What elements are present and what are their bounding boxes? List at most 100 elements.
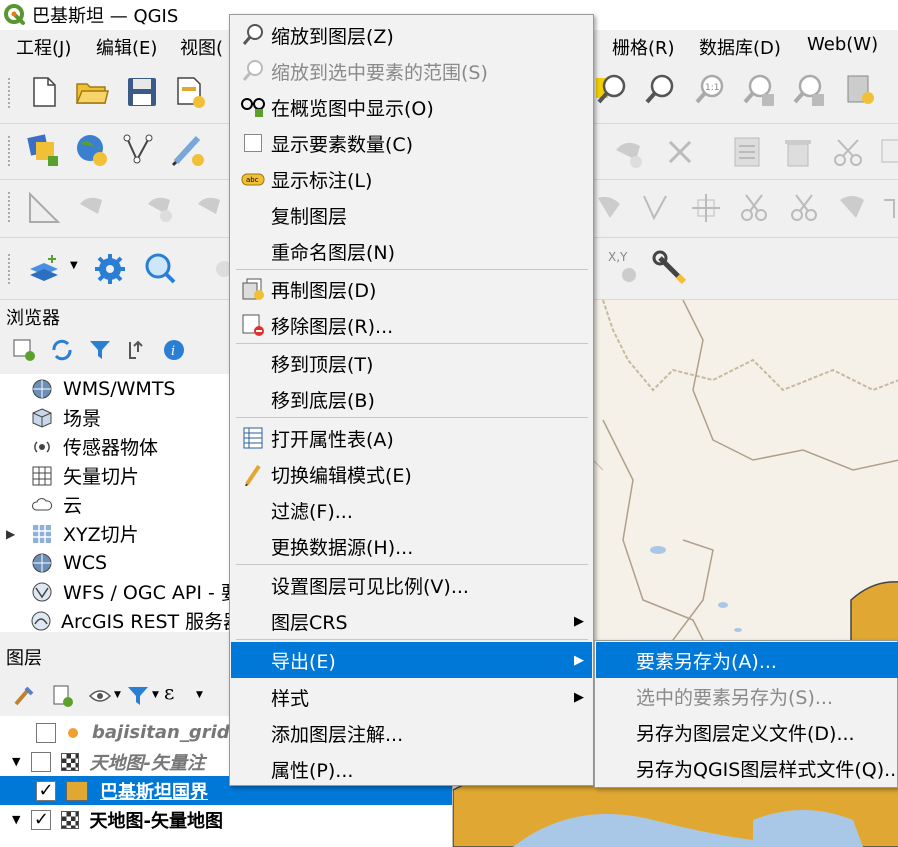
toolbar-grip[interactable]: [8, 136, 12, 166]
browser-item-wcs[interactable]: WCS: [0, 548, 230, 577]
menu-item-copy-layer[interactable]: 复制图层: [231, 197, 592, 233]
new-layer-icon[interactable]: [74, 132, 110, 168]
menu-item-open-attribute-table[interactable]: 打开属性表(A): [231, 420, 592, 456]
toolbar-grip[interactable]: [8, 192, 12, 222]
chevron-down-icon[interactable]: ▼: [196, 690, 203, 700]
menu-item-show-feature-count[interactable]: 显示要素数量(C): [231, 125, 592, 161]
attribute-edit-icon[interactable]: [730, 134, 766, 170]
add-layer-icon[interactable]: [26, 251, 62, 287]
merge-icon[interactable]: [688, 190, 724, 226]
split-icon[interactable]: [638, 190, 674, 226]
pencil-icon[interactable]: [170, 132, 206, 168]
menu-item-zoom-to-selection[interactable]: 缩放到选中要素的范围(S): [231, 53, 592, 89]
split-parts-icon[interactable]: [786, 190, 822, 226]
zoom-next-icon[interactable]: [792, 72, 828, 108]
chevron-down-icon[interactable]: ▼: [114, 690, 121, 700]
submenu-item-save-selected-features-as[interactable]: 选中的要素另存为(S)...: [596, 678, 898, 714]
menu-item-zoom-to-layer[interactable]: 缩放到图层(Z): [231, 17, 592, 53]
menu-item-show-labels[interactable]: abc 显示标注(L): [231, 161, 592, 197]
style-dock-icon[interactable]: [12, 684, 36, 708]
menu-item-show-in-overview[interactable]: 在概览图中显示(O): [231, 89, 592, 125]
fill-ring-icon[interactable]: [834, 190, 870, 226]
data-source-manager-icon[interactable]: [26, 132, 62, 168]
browser-item-arcgis[interactable]: ArcGIS REST 服务器: [0, 606, 230, 632]
xy-coordinate-icon[interactable]: X,Y: [606, 250, 646, 290]
visibility-eye-icon[interactable]: [88, 684, 112, 708]
save-as-icon[interactable]: [172, 74, 208, 110]
refresh-icon[interactable]: [50, 338, 74, 362]
zoom-last-icon[interactable]: [742, 72, 778, 108]
layer-checkbox[interactable]: [31, 751, 52, 772]
toolbar-grip[interactable]: [8, 78, 12, 108]
browser-item-scenes[interactable]: 场景: [0, 403, 230, 432]
submenu-item-save-as-qgis-style[interactable]: 另存为QGIS图层样式文件(Q)...: [596, 750, 898, 786]
toolbar-grip[interactable]: [8, 254, 12, 284]
layer-row-tianditu-map[interactable]: ▼ ✓ 天地图-矢量地图: [0, 805, 452, 834]
filter-icon[interactable]: [88, 338, 112, 362]
menu-edit[interactable]: 编辑(E): [96, 34, 157, 60]
delete-icon[interactable]: [662, 134, 698, 170]
zoom-selection-icon[interactable]: [642, 72, 678, 108]
reshape-icon[interactable]: [194, 190, 230, 226]
zoom-native-icon[interactable]: 1:1: [692, 72, 728, 108]
cut-icon[interactable]: [830, 134, 866, 170]
layer-checkbox-checked[interactable]: ✓: [31, 809, 52, 830]
menu-item-duplicate-layer[interactable]: 再制图层(D): [231, 271, 592, 307]
chevron-down-icon[interactable]: ▼: [70, 260, 78, 271]
submenu-item-save-as-layer-definition[interactable]: 另存为图层定义文件(D)...: [596, 714, 898, 750]
browser-item-sensors[interactable]: 传感器物体: [0, 432, 230, 461]
add-group-icon[interactable]: [50, 684, 74, 708]
move-feature-icon[interactable]: [76, 190, 112, 226]
wrench-icon[interactable]: [652, 250, 688, 286]
zoom-to-layer-icon[interactable]: [594, 72, 630, 108]
new-project-icon[interactable]: [26, 74, 62, 110]
expression-filter-icon[interactable]: ε: [164, 680, 174, 704]
add-selected-layers-icon[interactable]: [12, 338, 36, 362]
collapse-all-icon[interactable]: [126, 338, 150, 362]
vertex-tool-icon[interactable]: [612, 134, 648, 170]
delete-part-icon[interactable]: [736, 190, 772, 226]
menu-item-toggle-editing[interactable]: 切换编辑模式(E): [231, 456, 592, 492]
menu-web[interactable]: Web(W): [807, 34, 878, 55]
open-folder-icon[interactable]: [74, 74, 110, 110]
menu-raster[interactable]: 栅格(R): [612, 34, 675, 60]
info-icon[interactable]: i: [162, 338, 186, 362]
chevron-down-icon[interactable]: ▼: [152, 690, 159, 700]
browser-item-wms[interactable]: WMS/WMTS: [0, 374, 230, 403]
layer-checkbox[interactable]: [36, 722, 56, 743]
settings-gear-icon[interactable]: [92, 251, 128, 287]
trash-icon[interactable]: [780, 134, 816, 170]
menu-database[interactable]: 数据库(D): [699, 34, 781, 60]
browser-item-vector-tiles[interactable]: 矢量切片: [0, 461, 230, 490]
menu-item-export[interactable]: 导出(E) ▶: [231, 642, 592, 678]
browser-item-wfs[interactable]: WFS / OGC API - 要: [0, 577, 230, 606]
menu-item-change-data-source[interactable]: 更换数据源(H)...: [231, 528, 592, 564]
menu-item-remove-layer[interactable]: 移除图层(R)...: [231, 307, 592, 343]
digitize-icon[interactable]: [122, 132, 158, 168]
offset-curve-icon[interactable]: [880, 190, 898, 226]
new-bookmark-icon[interactable]: [842, 72, 878, 108]
filter-legend-icon[interactable]: [126, 684, 150, 708]
expand-arrow-icon[interactable]: ▼: [12, 755, 20, 768]
menu-item-set-scale-visibility[interactable]: 设置图层可见比例(V)...: [231, 567, 592, 603]
menu-item-layer-crs[interactable]: 图层CRS ▶: [231, 603, 592, 639]
save-icon[interactable]: [124, 74, 160, 110]
menu-view[interactable]: 视图(: [180, 34, 223, 60]
snapping-icon[interactable]: [590, 190, 626, 226]
browser-item-xyz[interactable]: ▶ XYZ切片: [0, 519, 230, 548]
menu-item-add-layer-notes[interactable]: 添加图层注解...: [231, 715, 592, 751]
menu-item-rename-layer[interactable]: 重命名图层(N): [231, 233, 592, 269]
submenu-item-save-features-as[interactable]: 要素另存为(A)...: [596, 642, 898, 678]
menu-item-move-to-bottom[interactable]: 移到底层(B): [231, 381, 592, 417]
menu-item-properties[interactable]: 属性(P)...: [231, 751, 592, 787]
measure-icon[interactable]: [26, 190, 62, 226]
menu-item-move-to-top[interactable]: 移到顶层(T): [231, 345, 592, 381]
expand-arrow-icon[interactable]: ▶: [6, 527, 15, 541]
copy-icon[interactable]: [878, 134, 898, 170]
layer-checkbox-checked[interactable]: ✓: [36, 780, 56, 801]
expand-arrow-icon[interactable]: ▼: [12, 813, 20, 826]
menu-item-filter[interactable]: 过滤(F)...: [231, 492, 592, 528]
browser-item-cloud[interactable]: 云: [0, 490, 230, 519]
menu-item-styles[interactable]: 样式 ▶: [231, 679, 592, 715]
rotate-icon[interactable]: [144, 190, 180, 226]
